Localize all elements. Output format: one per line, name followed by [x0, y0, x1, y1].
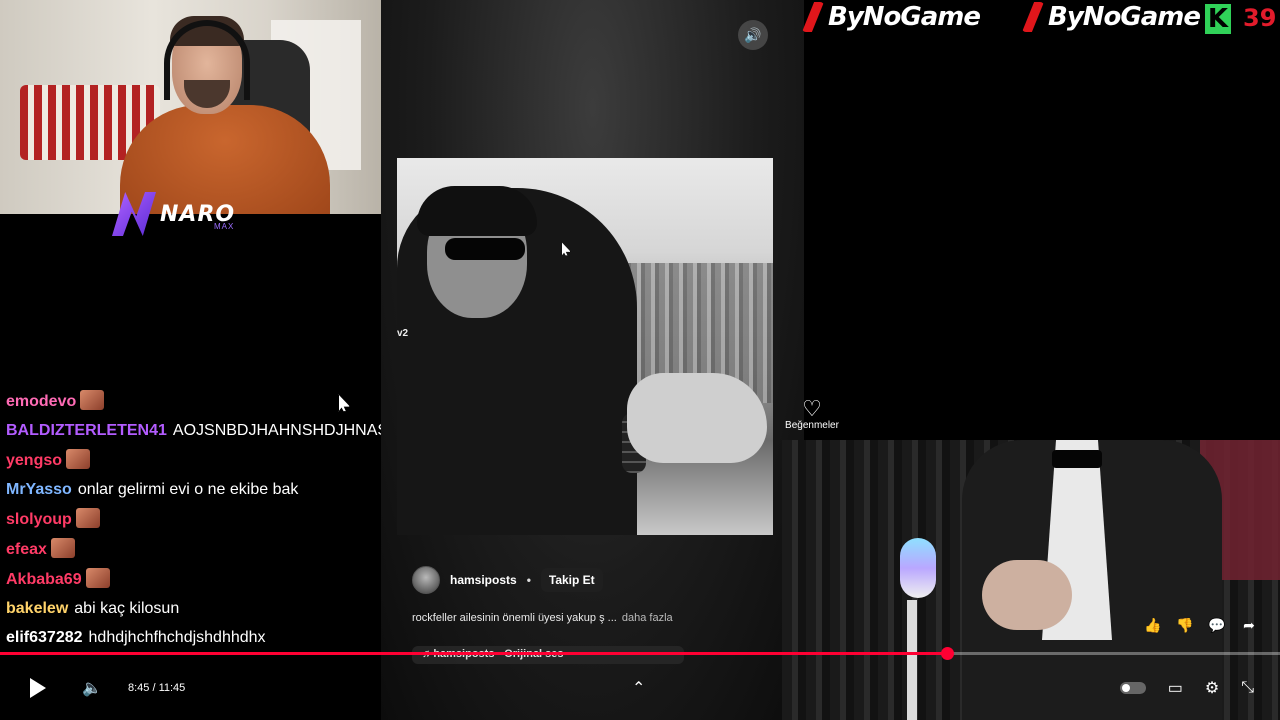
chat-message: BALDIZTERLETEN41 AOJSNBDJHAHNSHDJHNASOJDN…: [6, 420, 465, 441]
reel-video[interactable]: v2: [397, 158, 773, 535]
video-actions: 👍 👎 💬 ➦: [1142, 614, 1260, 636]
play-icon[interactable]: [30, 678, 46, 698]
exit-fullscreen-icon[interactable]: ⤡: [1241, 679, 1254, 697]
chat-username[interactable]: BALDIZTERLETEN41: [6, 422, 167, 439]
video-watermark: v2: [397, 328, 409, 339]
chat-username[interactable]: MrYasso: [6, 481, 72, 498]
chevron-up-icon[interactable]: ⌃: [632, 678, 645, 698]
chat-emote-icon: [80, 390, 105, 410]
chat-username[interactable]: Akbaba69: [6, 571, 82, 588]
progress-fill: [0, 652, 948, 655]
headset-icon: [164, 20, 250, 100]
like-label: Beğenmeler: [785, 420, 839, 431]
reel-person-hair: [417, 186, 537, 236]
captions-icon[interactable]: ▭: [1168, 678, 1183, 698]
reel-person-hand: [627, 373, 767, 463]
chat-text: onlar gelirmi evi o ne ekibe bak: [77, 481, 299, 498]
caption-text: rockfeller ailesinin önemli üyesi yakup …: [412, 612, 617, 624]
chat-username[interactable]: yengso: [6, 452, 62, 469]
comment-icon[interactable]: 💬: [1206, 614, 1228, 636]
sponsor-text-1: ByNoGame: [828, 2, 981, 32]
sponsor-logo-2: ByNoGame: [1022, 2, 1201, 32]
like-action[interactable]: ♡ Beğenmeler: [782, 396, 842, 432]
chat-message: bakelew abi kaç kilosun: [6, 598, 336, 619]
suit-person-hand: [982, 560, 1072, 630]
reel-author-row: hamsiposts • Takip Et: [412, 566, 603, 594]
mute-button[interactable]: 🔊: [738, 20, 768, 50]
chat-message: Akbaba69: [6, 568, 336, 590]
chat-message: yengso: [6, 449, 336, 471]
share-icon[interactable]: ➦: [1238, 614, 1260, 636]
bow-tie: [1052, 450, 1102, 468]
chat-text: hdhdjhchfhchdjshdhhdhx: [88, 629, 266, 646]
follow-button[interactable]: Takip Et: [540, 568, 603, 592]
thumbs-up-icon[interactable]: 👍: [1142, 614, 1164, 636]
sponsor-bolt-icon: [802, 2, 824, 32]
chat-username[interactable]: elif637282: [6, 629, 83, 646]
sponsor-text-2: ByNoGame: [1048, 2, 1201, 32]
settings-gear-icon[interactable]: ⚙: [1205, 678, 1219, 698]
sponsor-logo-1: ByNoGame: [802, 2, 981, 32]
author-avatar[interactable]: [412, 566, 440, 594]
chat-username[interactable]: emodevo: [6, 393, 76, 410]
chat-message: MrYasso onlar gelirmi evi o ne ekibe bak: [6, 479, 336, 500]
volume-icon[interactable]: 🔈: [82, 678, 102, 698]
progress-bar[interactable]: [0, 647, 1280, 660]
chat-emote-icon: [50, 538, 75, 558]
thumbs-down-icon[interactable]: 👎: [1174, 614, 1196, 636]
chat-text: abi kaç kilosun: [74, 600, 180, 617]
chat-emote-icon: [85, 568, 110, 588]
player-controls: 🔈 8:45 / 11:45 ⌃ ▭ ⚙ ⤡: [0, 670, 1280, 710]
separator-dot: •: [526, 573, 531, 587]
chat-username[interactable]: bakelew: [6, 600, 68, 617]
reel-caption: rockfeller ailesinin önemli üyesi yakup …: [412, 612, 673, 624]
sunglasses: [445, 238, 525, 260]
chat-message: slolyoup: [6, 508, 336, 530]
microphone-icon: [900, 538, 936, 598]
player-right-controls: ▭ ⚙ ⤡: [1119, 678, 1254, 698]
kick-count: 39: [1243, 4, 1277, 32]
chat-username[interactable]: efeax: [6, 541, 47, 558]
kick-badge: K: [1205, 4, 1231, 34]
author-name[interactable]: hamsiposts: [450, 573, 517, 587]
logo-subtext: MAX: [214, 222, 235, 231]
mouse-cursor-icon: [338, 394, 350, 412]
more-link[interactable]: daha fazla: [622, 612, 673, 624]
chat-emote-icon: [66, 449, 91, 469]
chat-panel: emodevo BALDIZTERLETEN41 AOJSNBDJHAHNSHDJH…: [6, 390, 465, 656]
audio-track[interactable]: ♫ hamsiposts · Orijinal ses: [412, 646, 684, 664]
logo-mark-icon: [112, 192, 156, 236]
sponsor-bolt-icon: [1022, 2, 1044, 32]
chat-username[interactable]: slolyoup: [6, 511, 72, 528]
time-display: 8:45 / 11:45: [128, 682, 186, 694]
chat-message: emodevo: [6, 390, 336, 412]
stream-logo: NARO MAX: [112, 192, 235, 236]
chat-message: efeax: [6, 538, 336, 560]
webcam-feed: [0, 0, 381, 214]
heart-icon: ♡: [802, 396, 822, 421]
speaker-icon: 🔊: [744, 26, 762, 43]
chat-emote-icon: [75, 508, 100, 528]
autoplay-toggle[interactable]: [1119, 682, 1146, 694]
chat-message: elif637282 hdhdjhchfhchdjshdhhdhx: [6, 627, 336, 648]
